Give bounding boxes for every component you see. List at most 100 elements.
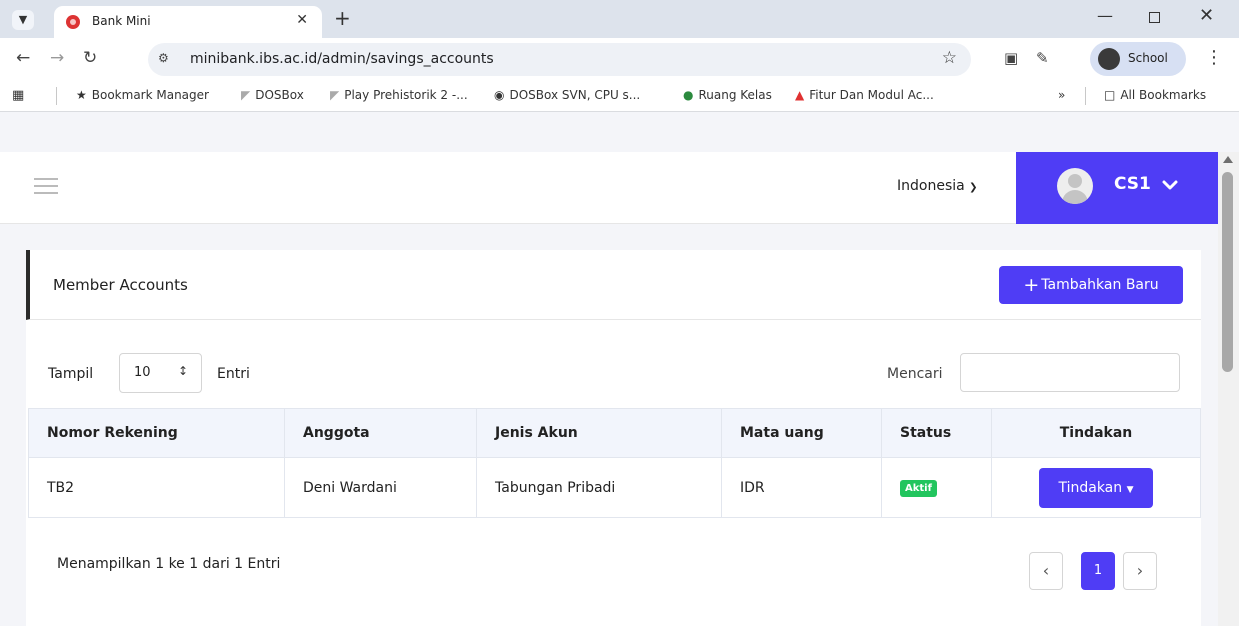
bookmark-item[interactable]: ▲ Fitur Dan Modul Ac... (795, 88, 934, 102)
tab-search-button[interactable]: ▼ (12, 10, 34, 30)
profile-label: School (1128, 51, 1168, 65)
bookmark-item[interactable]: ● Ruang Kelas (683, 88, 772, 102)
table-row: TB2 Deni Wardani Tabungan Pribadi IDR Ak… (28, 457, 1201, 518)
user-menu[interactable]: CS1 (1016, 152, 1218, 224)
hamburger-menu-icon[interactable] (34, 178, 58, 194)
minimize-button[interactable]: — (1097, 6, 1113, 25)
page-scrollbar[interactable] (1218, 152, 1239, 626)
status-badge: Aktif (900, 479, 937, 497)
user-name: CS1 (1114, 174, 1151, 194)
browser-toolbar: ← → ↻ ⚙ minibank.ibs.ac.id/admin/savings… (0, 38, 1239, 80)
forward-button[interactable]: → (50, 48, 64, 68)
more-bookmarks-button[interactable]: » (1058, 88, 1065, 102)
language-label: Indonesia (897, 178, 965, 194)
address-bar[interactable]: ⚙ minibank.ibs.ac.id/admin/savings_accou… (148, 43, 971, 76)
browser-menu-icon[interactable]: ⋮ (1205, 47, 1223, 68)
all-bookmarks-label: All Bookmarks (1120, 88, 1207, 102)
column-header[interactable]: Tindakan (991, 408, 1201, 458)
page-length-select[interactable]: 10 ↕ (119, 353, 202, 393)
action-dropdown-button[interactable]: Tindakan ▼ (1039, 467, 1153, 508)
search-input[interactable] (960, 353, 1180, 392)
flag-icon: ▲ (795, 88, 805, 102)
game-icon: ◤ (330, 88, 340, 102)
bookmark-separator (56, 87, 57, 105)
column-header[interactable]: Status (881, 408, 992, 458)
site-favicon-icon (66, 15, 80, 29)
page-button-active[interactable]: 1 (1081, 552, 1115, 590)
page-length-label: Tampil (48, 366, 94, 382)
reload-button[interactable]: ↻ (83, 48, 97, 68)
site-info-icon[interactable]: ⚙ (158, 51, 169, 65)
page-length-suffix: Entri (217, 366, 250, 382)
card-title: Member Accounts (53, 276, 188, 294)
action-cell: Tindakan ▼ (991, 457, 1201, 518)
user-avatar (1057, 168, 1093, 204)
folder-icon: □ (1104, 88, 1116, 102)
bookmark-label: DOSBox SVN, CPU s... (509, 88, 641, 102)
all-bookmarks-button[interactable]: □ All Bookmarks (1104, 88, 1206, 102)
column-header[interactable]: Nomor Rekening (28, 408, 285, 458)
currency-cell: IDR (721, 457, 882, 518)
account-number-cell: TB2 (28, 457, 285, 518)
maximize-button[interactable] (1149, 12, 1160, 23)
bookmark-item[interactable]: ◉ DOSBox SVN, CPU s... (494, 88, 640, 102)
browser-tab[interactable]: Bank Mini ✕ (54, 6, 322, 38)
back-button[interactable]: ← (16, 48, 30, 68)
member-cell: Deni Wardani (284, 457, 477, 518)
accounts-table: Nomor Rekening Anggota Jenis Akun Mata u… (28, 408, 1201, 518)
invader-icon: ◉ (494, 88, 505, 102)
plus-icon: + (1023, 274, 1040, 296)
cast-icon[interactable]: ▣ (1004, 49, 1018, 67)
column-header[interactable]: Jenis Akun (476, 408, 722, 458)
extensions-icon[interactable]: ✎ (1036, 49, 1049, 67)
chevron-left-icon: ‹ (1042, 561, 1050, 580)
prev-page-button[interactable]: ‹ (1029, 552, 1063, 590)
column-header[interactable]: Mata uang (721, 408, 882, 458)
language-selector[interactable]: Indonesia ❯ (897, 178, 978, 194)
new-tab-button[interactable]: + (334, 6, 351, 30)
bookmark-label: DOSBox (255, 88, 304, 102)
browser-tab-strip: ▼ Bank Mini ✕ + — ✕ (0, 0, 1239, 38)
classroom-icon: ● (683, 88, 694, 102)
chevron-right-icon: › (1136, 561, 1144, 580)
star-icon: ★ (76, 88, 87, 102)
search-label: Mencari (887, 366, 943, 382)
close-tab-icon[interactable]: ✕ (296, 12, 308, 28)
bookmark-item[interactable]: ◤ DOSBox (241, 88, 304, 102)
bookmark-separator (1085, 87, 1086, 105)
url-text: minibank.ibs.ac.id/admin/savings_account… (190, 51, 494, 67)
column-header[interactable]: Anggota (284, 408, 477, 458)
profile-button[interactable]: School (1090, 42, 1186, 76)
bookmark-item[interactable]: ◤ Play Prehistorik 2 -... (330, 88, 468, 102)
bookmarks-bar: ▦ ★ Bookmark Manager ◤ DOSBox ◤ Play Prehis… (0, 80, 1239, 112)
apps-grid-icon[interactable]: ▦ (12, 88, 24, 103)
caret-down-icon: ▼ (1126, 484, 1134, 495)
dosbox-icon: ◤ (241, 88, 251, 102)
status-cell: Aktif (881, 457, 992, 518)
table-info: Menampilkan 1 ke 1 dari 1 Entri (57, 556, 281, 572)
scroll-up-arrow-icon[interactable] (1223, 156, 1233, 163)
bookmark-label: Play Prehistorik 2 -... (344, 88, 468, 102)
account-type-cell: Tabungan Pribadi (476, 457, 722, 518)
select-arrows-icon: ↕ (178, 364, 189, 378)
bookmark-label: Bookmark Manager (91, 88, 209, 102)
add-new-button[interactable]: + Tambahkan Baru (999, 266, 1183, 304)
bookmark-label: Fitur Dan Modul Ac... (809, 88, 934, 102)
card-header: Member Accounts + Tambahkan Baru (26, 250, 1201, 320)
add-new-label: Tambahkan Baru (1041, 277, 1159, 293)
app-header: Indonesia ❯ CS1 (0, 152, 1218, 224)
bookmark-star-icon[interactable]: ☆ (942, 48, 957, 68)
profile-avatar (1098, 48, 1120, 70)
table-header-row: Nomor Rekening Anggota Jenis Akun Mata u… (28, 408, 1201, 458)
chevron-down-icon: ❯ (969, 182, 978, 193)
tab-title: Bank Mini (92, 14, 151, 28)
chevron-down-icon (1162, 180, 1178, 190)
next-page-button[interactable]: › (1123, 552, 1157, 590)
close-window-button[interactable]: ✕ (1199, 5, 1214, 26)
bookmark-label: Ruang Kelas (698, 88, 772, 102)
page-viewport: Indonesia ❯ CS1 Member Accounts + Tambahk… (0, 152, 1218, 626)
accounts-card: Member Accounts + Tambahkan Baru Tampil 1… (26, 250, 1201, 626)
bookmark-item[interactable]: ★ Bookmark Manager (76, 88, 209, 102)
scrollbar-thumb[interactable] (1222, 172, 1233, 372)
action-label: Tindakan (1058, 479, 1123, 496)
